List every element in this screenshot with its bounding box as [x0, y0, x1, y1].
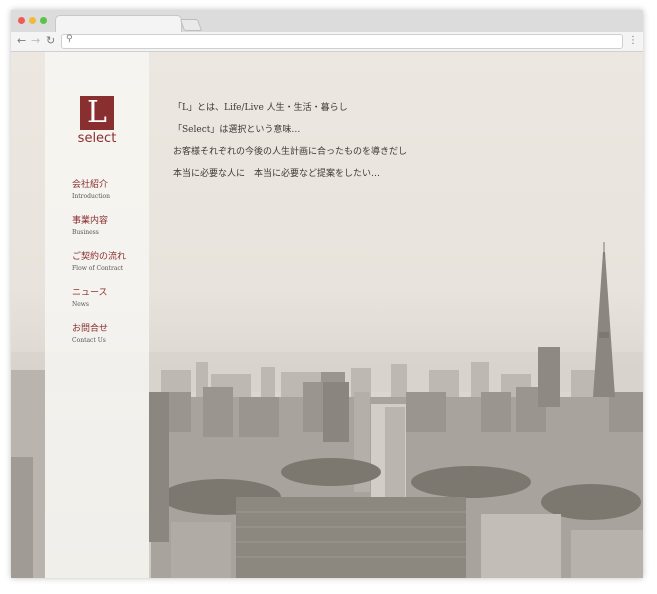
address-bar[interactable]: ⚲ — [61, 34, 623, 49]
browser-window: ← → ↻ ⚲ ⋮ L select 会社紹介 Introduction 事業内… — [11, 10, 643, 578]
tagline-line-4: 本当に必要な人に 本当に必要など提案をしたい… — [173, 169, 381, 179]
logo-letter: L — [87, 95, 107, 130]
nav-item-contact-us[interactable]: お問合せ Contact Us — [72, 321, 108, 344]
nav-label-en: Business — [72, 229, 99, 236]
title-bar — [11, 10, 643, 33]
nav-label-jp: ニュース — [72, 288, 108, 298]
nav-label-en: Introduction — [72, 193, 110, 200]
new-tab-button[interactable] — [179, 19, 203, 31]
nav-item-flow-of-contract[interactable]: ご契約の流れ Flow of Contract — [72, 249, 126, 272]
nav-item-news[interactable]: ニュース News — [72, 285, 108, 308]
browser-tab[interactable] — [55, 15, 182, 33]
tagline-line-1: 「L」とは、Life/Live 人生・生活・暮らし — [173, 103, 348, 113]
logo-mark[interactable]: L — [80, 96, 114, 130]
logo-wordmark: select — [77, 131, 117, 146]
reload-icon[interactable]: ↻ — [46, 34, 55, 47]
nav-label-en: Contact Us — [72, 337, 106, 344]
browser-menu-icon[interactable]: ⋮ — [628, 35, 638, 46]
tagline-line-2: 「Select」は選択という意味… — [173, 125, 301, 135]
nav-label-jp: ご契約の流れ — [72, 252, 127, 262]
nav-label-jp: 事業内容 — [72, 216, 109, 226]
minimize-window-button[interactable] — [29, 17, 36, 24]
nav-label-jp: 会社紹介 — [72, 180, 109, 190]
search-icon: ⚲ — [66, 34, 73, 44]
nav-item-business[interactable]: 事業内容 Business — [72, 213, 108, 236]
tagline-line-3: お客様それぞれの今後の人生計画に合ったものを導きだし — [173, 147, 408, 157]
nav-label-en: News — [72, 301, 90, 308]
maximize-window-button[interactable] — [40, 17, 47, 24]
nav-label-jp: お問合せ — [72, 324, 109, 334]
sidebar: L select 会社紹介 Introduction 事業内容 Business… — [45, 52, 149, 578]
web-page: L select 会社紹介 Introduction 事業内容 Business… — [11, 52, 643, 578]
forward-arrow-icon[interactable]: → — [31, 34, 40, 47]
nav-item-introduction[interactable]: 会社紹介 Introduction — [72, 177, 110, 200]
browser-toolbar: ← → ↻ ⚲ ⋮ — [11, 32, 643, 52]
close-window-button[interactable] — [18, 17, 25, 24]
nav-label-en: Flow of Contract — [72, 265, 124, 272]
back-arrow-icon[interactable]: ← — [17, 34, 26, 47]
